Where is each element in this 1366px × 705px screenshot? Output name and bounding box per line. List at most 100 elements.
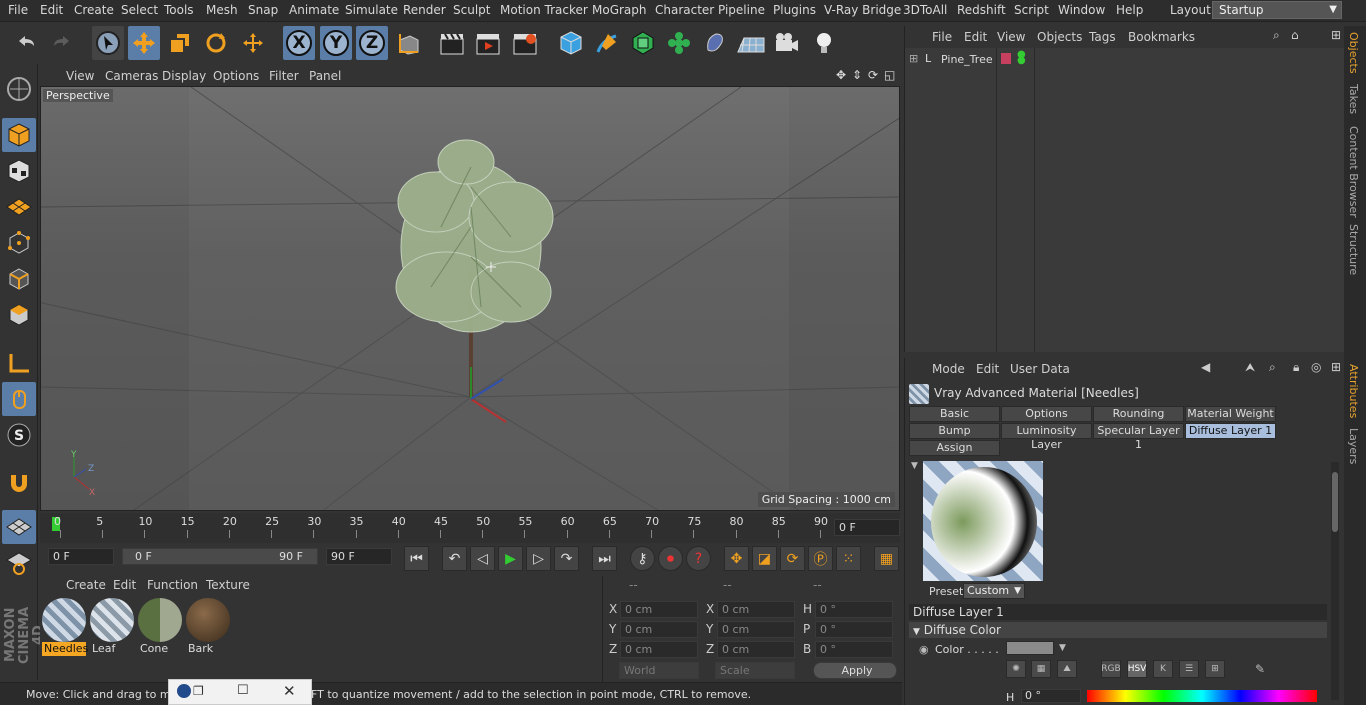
key-pla-button[interactable]: ⁙ — [836, 546, 861, 571]
new-window-icon[interactable]: ⊞ — [1331, 28, 1341, 42]
tab-luminosity-layer[interactable]: Luminosity Layer — [1001, 423, 1092, 451]
key-rotation-button[interactable]: ⟳ — [780, 546, 805, 571]
menu-character[interactable]: Character — [655, 3, 714, 17]
viewport-menu-options[interactable]: Options — [213, 69, 259, 83]
next-key-button[interactable]: ↷ — [554, 546, 579, 571]
viewport-menu-filter[interactable]: Filter — [269, 69, 299, 83]
tab-material-weight[interactable]: Material Weight — [1185, 406, 1276, 422]
image-picker-button[interactable]: ⛰ — [1057, 660, 1077, 678]
coordinate-system-button[interactable] — [393, 26, 425, 60]
render-to-picture-viewer-button[interactable] — [472, 26, 504, 60]
mixer-button[interactable]: ☰ — [1179, 660, 1199, 678]
key-parameter-button[interactable]: Ⓟ — [808, 546, 833, 571]
viewport-maximize-icon[interactable]: ◱ — [884, 68, 895, 82]
pen-tool-button[interactable] — [591, 26, 623, 60]
viewport-zoom-icon[interactable]: ⇕ — [852, 68, 862, 82]
transform-tool-button[interactable] — [237, 26, 269, 60]
autokey-button[interactable]: ⏺ — [658, 546, 683, 571]
menu-snap[interactable]: Snap — [248, 3, 278, 17]
undo-button[interactable] — [10, 26, 42, 60]
axis-mode-button[interactable] — [2, 346, 36, 380]
size-z-field[interactable]: 0 cm — [717, 641, 795, 658]
rotate-tool-button[interactable] — [200, 26, 232, 60]
pos-y-field[interactable]: 0 cm — [620, 621, 698, 638]
rgb-mode-button[interactable]: RGB — [1101, 660, 1121, 678]
swatches-button[interactable]: ⊞ — [1205, 660, 1225, 678]
viewport-perspective[interactable]: Y X Z Perspective Grid Spacing : 1000 cm — [40, 86, 900, 511]
attr-menu-mode[interactable]: Mode — [932, 362, 965, 376]
back-arrow-icon[interactable]: ◀ — [1201, 360, 1210, 374]
home-icon[interactable]: ⌂ — [1291, 28, 1299, 42]
start-frame-field[interactable]: 0 F — [48, 548, 114, 565]
next-frame-button[interactable]: ▷ — [526, 546, 551, 571]
tab-takes[interactable]: Takes — [1347, 84, 1360, 114]
size-x-field[interactable]: 0 cm — [717, 601, 795, 618]
menu-motion-tracker[interactable]: Motion Tracker — [500, 3, 588, 17]
section-diffuse-color[interactable]: ▼ Diffuse Color — [909, 622, 1327, 638]
material-leaf[interactable]: Leaf — [90, 598, 134, 656]
menu-tools[interactable]: Tools — [164, 3, 194, 17]
rot-b-field[interactable]: 0 ° — [815, 641, 893, 658]
apply-button[interactable]: Apply — [813, 662, 897, 679]
tab-layers[interactable]: Layers — [1347, 428, 1360, 464]
rot-p-field[interactable]: 0 ° — [815, 621, 893, 638]
obj-menu-tags[interactable]: Tags — [1089, 30, 1116, 44]
target-icon[interactable]: ◎ — [1311, 360, 1321, 374]
color-wheel-button[interactable]: ✺ — [1006, 660, 1026, 678]
hsv-mode-button[interactable]: HSV — [1127, 660, 1147, 678]
color-swatch[interactable] — [1006, 641, 1054, 655]
subdivision-surface-button[interactable] — [627, 26, 659, 60]
tab-specular-layer-1[interactable]: Specular Layer 1 — [1093, 423, 1184, 451]
timeline-window-button[interactable]: ▦ — [874, 546, 899, 571]
z-axis-button[interactable]: Z — [356, 26, 388, 60]
snap-button[interactable] — [2, 466, 36, 500]
tab-basic[interactable]: Basic — [909, 406, 1000, 422]
menu-animate[interactable]: Animate — [289, 3, 339, 17]
tab-structure[interactable]: Structure — [1347, 224, 1360, 275]
workplane-lock-button[interactable] — [2, 510, 36, 544]
new-window-icon[interactable]: ⊞ — [1331, 360, 1341, 374]
rot-h-field[interactable]: 0 ° — [815, 601, 893, 618]
render-settings-button[interactable] — [509, 26, 541, 60]
obj-menu-file[interactable]: File — [932, 30, 952, 44]
obj-menu-bookmarks[interactable]: Bookmarks — [1128, 30, 1195, 44]
material-menu-create[interactable]: Create — [66, 578, 106, 592]
material-menu-texture[interactable]: Texture — [206, 578, 250, 592]
collapse-arrow-icon[interactable]: ▼ — [1059, 643, 1066, 653]
coord-system-dropdown[interactable]: World — [619, 662, 699, 679]
obj-menu-objects[interactable]: Objects — [1037, 30, 1082, 44]
obj-menu-edit[interactable]: Edit — [964, 30, 987, 44]
maximize-icon[interactable]: ☐ — [237, 683, 249, 698]
lock-icon[interactable]: 🔒︎ — [1293, 360, 1299, 375]
previous-key-button[interactable]: ↶ — [442, 546, 467, 571]
menu-render[interactable]: Render — [403, 3, 446, 17]
eyedropper-icon[interactable]: ✎ — [1255, 662, 1265, 676]
pos-z-field[interactable]: 0 cm — [620, 641, 698, 658]
light-button[interactable] — [808, 26, 840, 60]
cursor-icon[interactable]: ⮝ — [1245, 360, 1255, 375]
menu-edit[interactable]: Edit — [40, 3, 63, 17]
tab-assign[interactable]: Assign — [909, 440, 1000, 456]
tab-content-browser[interactable]: Content Browser — [1347, 126, 1360, 218]
collapse-arrow-icon[interactable]: ▼ — [911, 461, 918, 471]
workplane-mode-button[interactable] — [2, 190, 36, 224]
deformer-button[interactable] — [699, 26, 731, 60]
previous-frame-button[interactable]: ◁ — [470, 546, 495, 571]
key-position-button[interactable]: ✥ — [724, 546, 749, 571]
move-tool-button[interactable] — [128, 26, 160, 60]
render-view-button[interactable] — [436, 26, 468, 60]
attr-menu-edit[interactable]: Edit — [976, 362, 999, 376]
menu-script[interactable]: Script — [1014, 3, 1049, 17]
hue-field[interactable]: 0 ° — [1021, 689, 1081, 703]
menu-file[interactable]: File — [8, 3, 28, 17]
tab-diffuse-layer-1[interactable]: Diffuse Layer 1 — [1185, 423, 1276, 439]
menu-plugins[interactable]: Plugins — [773, 3, 816, 17]
go-to-end-button[interactable]: ⏭ — [592, 546, 617, 571]
kelvin-mode-button[interactable]: K — [1153, 660, 1173, 678]
visibility-dots-icon[interactable]: ● ● — [1017, 50, 1026, 66]
menu-create[interactable]: Create — [74, 3, 114, 17]
preset-dropdown[interactable]: Custom ▼ — [963, 583, 1025, 599]
layer-color-swatch[interactable] — [1001, 53, 1011, 64]
solo-button[interactable]: S — [2, 418, 36, 452]
tab-rounding[interactable]: Rounding — [1093, 406, 1184, 422]
